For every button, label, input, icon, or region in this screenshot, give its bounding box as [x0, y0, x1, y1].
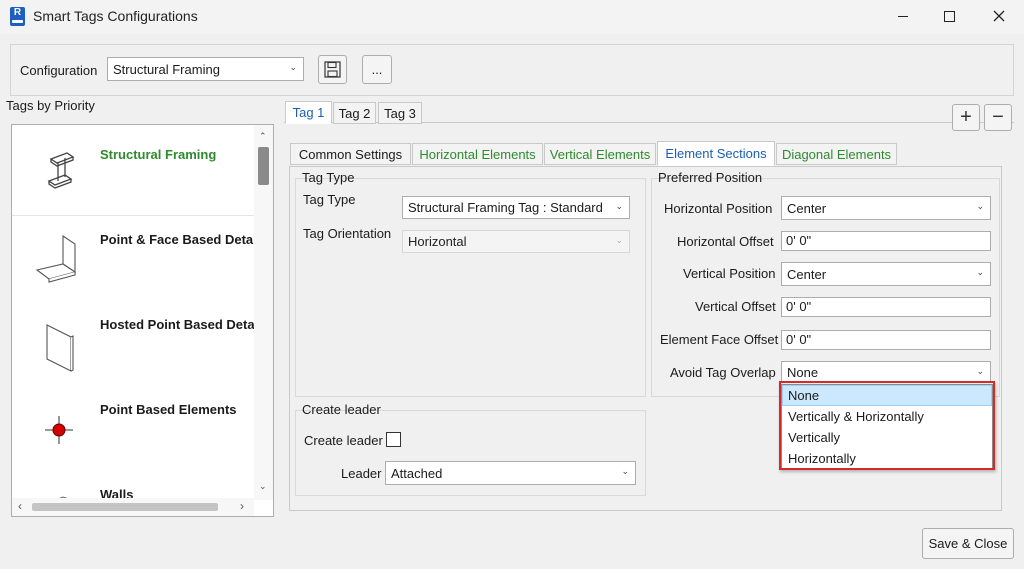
tab-tag-1[interactable]: Tag 1	[285, 101, 332, 124]
list-item[interactable]: Walls	[12, 471, 256, 498]
tag-type-label: Tag Type	[303, 192, 356, 207]
scroll-up-icon[interactable]: ⌃	[259, 131, 267, 142]
point-marker-icon	[25, 392, 97, 464]
leader-label: Leader	[341, 466, 382, 481]
save-close-button[interactable]: Save & Close	[922, 528, 1014, 559]
horizontal-position-label: Horizontal Position	[664, 201, 773, 216]
avoid-tag-overlap-select[interactable]: None ⌄	[781, 361, 991, 383]
leader-value: Attached	[391, 465, 443, 481]
tag-orientation-label: Tag Orientation	[303, 226, 392, 241]
chevron-down-icon: ⌄	[615, 235, 623, 245]
list-item-label: Point Based Elements	[100, 402, 237, 417]
add-tag-button[interactable]: +	[952, 104, 980, 131]
chevron-down-icon: ⌄	[976, 267, 984, 277]
chevron-down-icon: ⌄	[621, 466, 629, 476]
hosted-panel-icon	[25, 307, 97, 379]
horizontal-scrollbar[interactable]: ‹ ›	[12, 498, 254, 516]
tag-orientation-value: Horizontal	[408, 234, 467, 249]
wall-icon	[25, 491, 97, 498]
tab-horizontal-elements[interactable]: Horizontal Elements	[412, 143, 543, 165]
tab-vertical-elements[interactable]: Vertical Elements	[544, 143, 656, 165]
configuration-value: Structural Framing	[113, 61, 220, 77]
chevron-down-icon: ⌄	[976, 366, 984, 376]
remove-tag-button[interactable]: −	[984, 104, 1012, 131]
create-leader-checkbox[interactable]	[386, 432, 401, 447]
configuration-select[interactable]: Structural Framing ⌄	[107, 57, 304, 81]
vertical-position-select[interactable]: Center ⌄	[781, 262, 991, 286]
tag-type-value: Structural Framing Tag : Standard	[408, 200, 603, 215]
tag-orientation-select[interactable]: Horizontal ⌄	[402, 230, 630, 253]
tag-type-select[interactable]: Structural Framing Tag : Standard ⌄	[402, 196, 630, 219]
horizontal-scroll-thumb[interactable]	[32, 503, 218, 511]
vertical-scroll-thumb[interactable]	[258, 147, 269, 185]
window-title: Smart Tags Configurations	[33, 8, 198, 24]
vertical-offset-label: Vertical Offset	[695, 299, 776, 314]
minimize-icon	[898, 15, 908, 17]
tab-diagonal-elements[interactable]: Diagonal Elements	[776, 143, 897, 165]
preferred-position-group-title: Preferred Position	[658, 170, 763, 185]
tags-by-priority-label: Tags by Priority	[6, 98, 95, 113]
leader-select[interactable]: Attached ⌄	[385, 461, 636, 485]
element-face-offset-input[interactable]: 0' 0"	[781, 330, 991, 350]
list-item[interactable]: Point Based Elements	[12, 386, 256, 471]
element-face-offset-label: Element Face Offset	[660, 332, 779, 347]
horizontal-position-select[interactable]: Center ⌄	[781, 196, 991, 220]
vertical-scrollbar[interactable]: ⌃ ⌄	[254, 125, 273, 500]
more-options-button[interactable]: ...	[362, 55, 392, 84]
list-item[interactable]: Hosted Point Based Detai	[12, 301, 256, 386]
tab-element-sections[interactable]: Element Sections	[657, 141, 775, 166]
scroll-down-icon[interactable]: ⌄	[259, 481, 267, 492]
revit-app-icon: R	[10, 7, 25, 26]
tab-tag-3[interactable]: Tag 3	[378, 102, 422, 124]
vertical-position-label: Vertical Position	[683, 266, 776, 281]
maximize-icon	[943, 10, 955, 22]
list-item-label: Point & Face Based Detai	[100, 232, 256, 247]
vertical-offset-input[interactable]: 0' 0"	[781, 297, 991, 317]
avoid-tag-overlap-value: None	[787, 364, 819, 380]
horizontal-offset-input[interactable]: 0' 0"	[781, 231, 991, 251]
horizontal-offset-label: Horizontal Offset	[677, 234, 774, 249]
tags-priority-list: Structural Framing Point & Face Based De…	[11, 124, 274, 517]
list-item-label: Walls	[100, 487, 134, 498]
create-leader-group-title: Create leader	[302, 402, 381, 417]
maximize-button[interactable]	[926, 0, 972, 32]
tag-type-group-title: Tag Type	[302, 170, 355, 185]
create-leader-label: Create leader	[304, 433, 383, 448]
list-item[interactable]: Point & Face Based Detai	[12, 216, 256, 301]
tab-common-settings[interactable]: Common Settings	[290, 143, 411, 165]
chevron-down-icon: ⌄	[976, 201, 984, 211]
tab-tag-2[interactable]: Tag 2	[333, 102, 376, 124]
chevron-down-icon: ⌄	[289, 62, 297, 72]
close-icon	[993, 10, 1005, 22]
avoid-tag-overlap-label: Avoid Tag Overlap	[670, 365, 776, 380]
face-based-element-icon	[25, 222, 97, 294]
steel-beam-icon	[25, 137, 97, 209]
configuration-label: Configuration	[20, 63, 98, 78]
vertical-position-value: Center	[787, 266, 827, 282]
highlight-frame	[779, 381, 995, 470]
floppy-disk-icon	[324, 61, 341, 78]
list-item[interactable]: Structural Framing	[12, 131, 256, 216]
list-item-label: Structural Framing	[100, 147, 217, 162]
save-configuration-button[interactable]	[318, 55, 347, 84]
scroll-left-icon[interactable]: ‹	[18, 499, 22, 513]
scroll-right-icon[interactable]: ›	[240, 499, 244, 513]
close-button[interactable]	[976, 0, 1022, 32]
chevron-down-icon: ⌄	[615, 201, 623, 211]
minimize-button[interactable]	[880, 0, 926, 32]
horizontal-position-value: Center	[787, 200, 827, 216]
list-item-label: Hosted Point Based Detai	[100, 317, 256, 332]
